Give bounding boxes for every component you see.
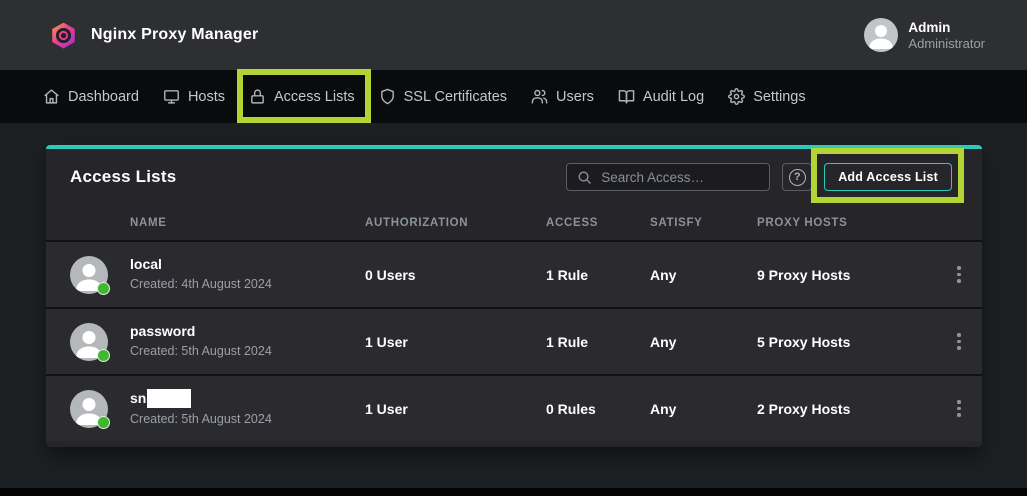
access-lists-panel: Access Lists ? Add Access List — [46, 145, 982, 447]
nav-item-ssl-certificates[interactable]: SSL Certificates — [379, 70, 507, 123]
help-icon: ? — [789, 169, 806, 186]
user-menu[interactable]: Admin Administrator — [864, 18, 985, 52]
nav-item-settings[interactable]: Settings — [728, 70, 805, 123]
nav-item-access-lists[interactable]: Access Lists — [249, 70, 355, 123]
page-title: Access Lists — [70, 167, 176, 187]
row-avatar-cell — [70, 323, 130, 361]
access-cell: 0 Rules — [546, 401, 650, 417]
satisfy-cell: Any — [650, 267, 757, 283]
row-menu-cell — [948, 396, 982, 422]
nav-label: Dashboard — [68, 89, 139, 105]
nav-item-audit-log[interactable]: Audit Log — [618, 70, 704, 123]
name-cell: local Created: 4th August 2024 — [130, 256, 365, 293]
content: Access Lists ? Add Access List — [0, 123, 1027, 447]
avatar — [70, 390, 108, 428]
search-input[interactable] — [601, 170, 759, 185]
authorization-cell: 0 Users — [365, 267, 546, 283]
search-icon — [577, 170, 592, 185]
row-menu-cell — [948, 329, 982, 355]
name-cell: sn Created: 5th August 2024 — [130, 389, 365, 428]
lock-icon — [249, 88, 266, 105]
status-dot — [97, 282, 110, 295]
nav-label: SSL Certificates — [404, 89, 507, 105]
bottom-edge-strip — [0, 488, 1027, 496]
row-menu-kebab-icon[interactable] — [948, 262, 970, 288]
row-menu-kebab-icon[interactable] — [948, 329, 970, 355]
nav-item-users[interactable]: Users — [531, 70, 594, 123]
nav-label: Access Lists — [274, 89, 355, 105]
th-access: ACCESS — [546, 217, 650, 229]
created-date: Created: 5th August 2024 — [130, 410, 365, 428]
screen: Nginx Proxy Manager Admin Administrator … — [0, 0, 1027, 496]
row-avatar-cell — [70, 390, 130, 428]
user-avatar — [864, 18, 898, 52]
row-menu-kebab-icon[interactable] — [948, 396, 970, 422]
th-satisfy: SATISFY — [650, 217, 757, 229]
home-icon — [43, 88, 60, 105]
main-nav: Dashboard Hosts Access Lists SSL Certifi… — [0, 70, 1027, 123]
nav-label: Settings — [753, 89, 805, 105]
panel-actions: ? Add Access List — [566, 163, 966, 191]
nav-item-dashboard[interactable]: Dashboard — [43, 70, 139, 123]
npm-logo-icon — [50, 21, 77, 50]
name-cell: password Created: 5th August 2024 — [130, 323, 365, 360]
access-list-name: local — [130, 256, 365, 273]
satisfy-cell: Any — [650, 334, 757, 350]
table-row[interactable]: local Created: 4th August 2024 0 Users 1… — [46, 240, 982, 307]
status-dot — [97, 416, 110, 429]
satisfy-cell: Any — [650, 401, 757, 417]
nav-label: Hosts — [188, 89, 225, 105]
nav-item-hosts[interactable]: Hosts — [163, 70, 225, 123]
row-avatar-cell — [70, 256, 130, 294]
book-icon — [618, 88, 635, 105]
add-button-wrap: Add Access List — [824, 163, 952, 191]
gear-icon — [728, 88, 745, 105]
add-access-list-button[interactable]: Add Access List — [824, 163, 952, 191]
avatar — [70, 256, 108, 294]
access-cell: 1 Rule — [546, 334, 650, 350]
created-date: Created: 4th August 2024 — [130, 275, 365, 293]
users-icon — [531, 88, 548, 105]
user-role: Administrator — [908, 36, 985, 52]
th-authorization: AUTHORIZATION — [365, 217, 546, 229]
created-date: Created: 5th August 2024 — [130, 342, 365, 360]
nav-label: Users — [556, 89, 594, 105]
user-text: Admin Administrator — [908, 19, 985, 52]
authorization-cell: 1 User — [365, 334, 546, 350]
help-button[interactable]: ? — [782, 163, 812, 191]
user-name: Admin — [908, 19, 985, 36]
row-menu-cell — [948, 262, 982, 288]
th-proxy-hosts: PROXY HOSTS — [757, 217, 948, 229]
monitor-icon — [163, 88, 180, 105]
shield-icon — [379, 88, 396, 105]
table-header: NAME AUTHORIZATION ACCESS SATISFY PROXY … — [46, 205, 982, 240]
proxy-hosts-cell: 2 Proxy Hosts — [757, 401, 948, 417]
table-row[interactable]: sn Created: 5th August 2024 1 User 0 Rul… — [46, 374, 982, 441]
table-row[interactable]: password Created: 5th August 2024 1 User… — [46, 307, 982, 374]
search-box — [566, 163, 770, 191]
proxy-hosts-cell: 9 Proxy Hosts — [757, 267, 948, 283]
access-cell: 1 Rule — [546, 267, 650, 283]
status-dot — [97, 349, 110, 362]
redaction-box — [147, 389, 191, 408]
app-header: Nginx Proxy Manager Admin Administrator — [0, 0, 1027, 70]
authorization-cell: 1 User — [365, 401, 546, 417]
brand: Nginx Proxy Manager — [50, 21, 258, 50]
access-list-name: sn — [130, 389, 365, 408]
app-title: Nginx Proxy Manager — [91, 26, 258, 44]
nav-label: Audit Log — [643, 89, 704, 105]
avatar — [70, 323, 108, 361]
th-name: NAME — [130, 217, 365, 229]
panel-header: Access Lists ? Add Access List — [46, 149, 982, 205]
access-list-name: password — [130, 323, 365, 340]
proxy-hosts-cell: 5 Proxy Hosts — [757, 334, 948, 350]
